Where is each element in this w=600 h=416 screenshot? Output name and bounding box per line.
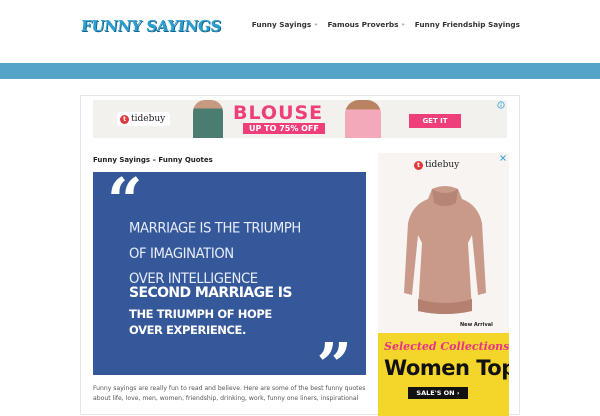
ad-cta-button[interactable]: SALE'S ON › xyxy=(408,387,468,399)
post-body-text: Funny sayings are really fun to read and… xyxy=(93,385,366,402)
top-banner-ad[interactable]: t tidebuy BLOUSE UP TO 75% OFF GET IT xyxy=(93,100,507,138)
content-area: t tidebuy BLOUSE UP TO 75% OFF GET IT Fu… xyxy=(80,95,520,416)
site-header: FUNNY SAYINGS Funny Sayings » Famous Pro… xyxy=(0,0,600,62)
nav-item-famous-proverbs[interactable]: Famous Proverbs » xyxy=(327,20,404,29)
ad-close-icon[interactable] xyxy=(499,154,507,162)
submenu-caret-icon: » xyxy=(401,21,405,28)
nav-item-label: Funny Sayings xyxy=(251,20,312,29)
ad-brand-logo: t tidebuy xyxy=(414,160,459,170)
quote-image: “ MARRIAGE IS THE TRIUMPH OF IMAGINATION… xyxy=(93,172,366,375)
new-arrival-tag: New Arrival xyxy=(460,322,493,328)
ad-headline: BLOUSE xyxy=(233,102,324,124)
brand-mark-icon: t xyxy=(120,114,129,124)
ad-cta-button[interactable]: GET IT xyxy=(409,114,461,128)
ad-collection-text: Selected Collections xyxy=(384,340,509,353)
ad-headline: Women Tops xyxy=(384,356,509,380)
ad-choices-icon[interactable] xyxy=(497,101,505,109)
quote-text-primary: MARRIAGE IS THE TRIUMPH OF IMAGINATION O… xyxy=(129,220,301,288)
close-quote-icon: ” xyxy=(316,329,352,376)
nav-item-label: Famous Proverbs xyxy=(327,20,399,29)
ad-brand-name: tidebuy xyxy=(131,114,166,124)
site-logo[interactable]: FUNNY SAYINGS xyxy=(80,17,222,35)
brand-mark-icon: t xyxy=(414,160,423,170)
sidebar-ad-promo: Selected Collections Women Tops SALE'S O… xyxy=(378,333,509,416)
nav-item-funny-friendship-sayings[interactable]: Funny Friendship Sayings xyxy=(415,20,520,29)
sidebar-ad[interactable]: t tidebuy New Arrival Selected Collectio… xyxy=(378,153,509,416)
ad-brand-logo: t tidebuy xyxy=(117,112,171,126)
ad-brand-name: tidebuy xyxy=(425,160,460,170)
main-nav: Funny Sayings » Famous Proverbs » Funny … xyxy=(252,20,520,29)
ad-subline: UP TO 75% OFF xyxy=(243,123,325,134)
blouse-product-image xyxy=(404,186,486,314)
header-accent-bar xyxy=(0,63,600,79)
sidebar-ad-product: t tidebuy New Arrival xyxy=(378,153,509,333)
ad-model-image xyxy=(193,100,223,138)
nav-item-label: Funny Friendship Sayings xyxy=(414,20,520,29)
quote-text-emphasis: SECOND MARRIAGE IS xyxy=(129,285,292,301)
ad-model-image xyxy=(345,100,381,138)
post-title[interactable]: Funny Sayings – Funny Quotes xyxy=(93,156,213,164)
quote-text-secondary: THE TRIUMPH OF HOPE OVER EXPERIENCE. xyxy=(129,307,272,337)
nav-item-funny-sayings[interactable]: Funny Sayings » xyxy=(252,20,318,29)
submenu-caret-icon: » xyxy=(314,21,318,28)
